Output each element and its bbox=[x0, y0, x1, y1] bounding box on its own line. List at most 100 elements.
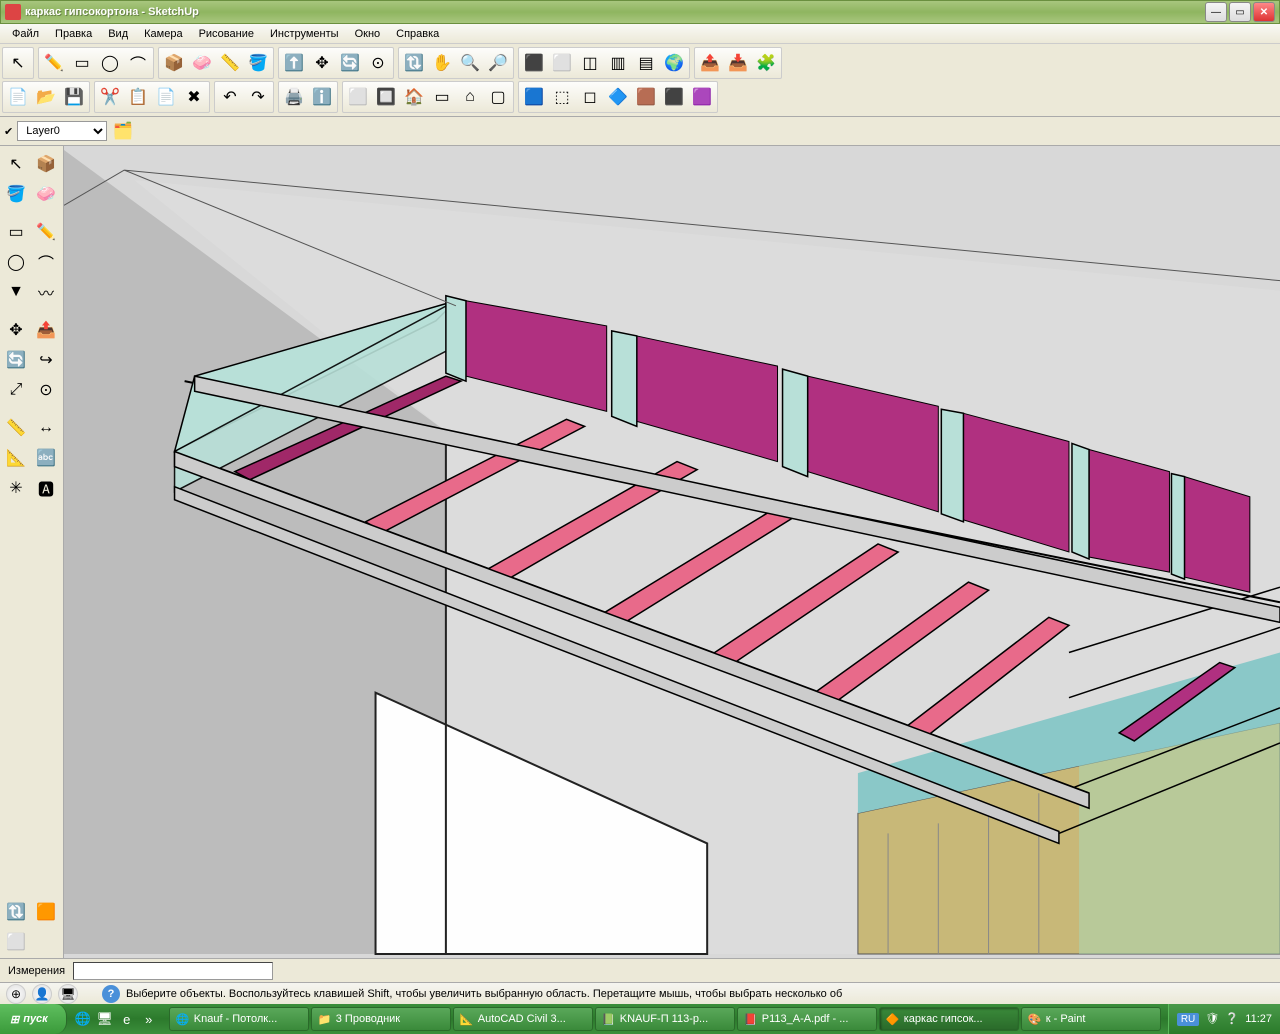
display-toggle-icon[interactable]: 🖥 bbox=[58, 984, 78, 1004]
pan-tool-icon[interactable]: ✋ bbox=[428, 49, 456, 77]
clock[interactable]: 11:27 bbox=[1245, 1013, 1272, 1025]
task-item[interactable]: 🔶каркас гипсок... bbox=[879, 1007, 1019, 1031]
zoom2-icon[interactable]: ⬜ bbox=[2, 928, 30, 956]
polygon-icon[interactable]: ▼ bbox=[2, 278, 30, 306]
offset2-icon[interactable]: ⊙ bbox=[32, 376, 60, 404]
maximize-button[interactable]: ▭ bbox=[1229, 2, 1251, 22]
rectangle-tool-icon[interactable]: ▭ bbox=[68, 49, 96, 77]
menu-help[interactable]: Справка bbox=[388, 26, 447, 42]
rotate-tool-icon[interactable]: 🔄 bbox=[336, 49, 364, 77]
tape-tool-icon[interactable]: 📏 bbox=[216, 49, 244, 77]
ql-chrome-icon[interactable]: 🌐 bbox=[73, 1009, 93, 1029]
task-item[interactable]: 📁3 Проводник bbox=[311, 1007, 451, 1031]
top-view-icon[interactable]: ⬜ bbox=[548, 49, 576, 77]
back-view-icon[interactable]: ▤ bbox=[632, 49, 660, 77]
menu-draw[interactable]: Рисование bbox=[191, 26, 262, 42]
menu-window[interactable]: Окно bbox=[347, 26, 389, 42]
tape2-icon[interactable]: 📏 bbox=[2, 414, 30, 442]
undo-icon[interactable]: ↶ bbox=[216, 83, 244, 111]
info-icon[interactable]: ℹ️ bbox=[308, 83, 336, 111]
line2-icon[interactable]: ✏️ bbox=[32, 218, 60, 246]
earth-icon[interactable]: 🌍 bbox=[660, 49, 688, 77]
style-last-icon[interactable]: 🟪 bbox=[688, 83, 716, 111]
task-item[interactable]: 🎨к - Paint bbox=[1021, 1007, 1161, 1031]
close-button[interactable]: ✕ bbox=[1253, 2, 1275, 22]
orbit-tool-icon[interactable]: 🔃 bbox=[400, 49, 428, 77]
move2-icon[interactable]: ✥ bbox=[2, 316, 30, 344]
layer-select[interactable]: Layer0 bbox=[17, 121, 107, 141]
style2-icon[interactable]: 🔲 bbox=[372, 83, 400, 111]
shaded-icon[interactable]: 🔷 bbox=[604, 83, 632, 111]
pencil-tool-icon[interactable]: ✏️ bbox=[40, 49, 68, 77]
layer-visible-check[interactable]: ✔ bbox=[4, 125, 13, 138]
menu-tools[interactable]: Инструменты bbox=[262, 26, 347, 42]
circle2-icon[interactable]: ◯ bbox=[2, 248, 30, 276]
open-file-icon[interactable]: 📂 bbox=[32, 83, 60, 111]
zoom-extents-icon[interactable]: 🔎 bbox=[484, 49, 512, 77]
task-item[interactable]: 📕P113_A-A.pdf - ... bbox=[737, 1007, 877, 1031]
move-tool-icon[interactable]: ✥ bbox=[308, 49, 336, 77]
style5-icon[interactable]: ⌂ bbox=[456, 83, 484, 111]
style4-icon[interactable]: ▭ bbox=[428, 83, 456, 111]
pushpull2-icon[interactable]: 📤 bbox=[32, 316, 60, 344]
paint-tool-icon[interactable]: 🪣 bbox=[244, 49, 272, 77]
component-tool-icon[interactable]: 📦 bbox=[160, 49, 188, 77]
mono-icon[interactable]: ⬛ bbox=[660, 83, 688, 111]
layer-manager-icon[interactable]: 🗂️ bbox=[111, 119, 135, 143]
help-icon[interactable]: ? bbox=[102, 985, 120, 1003]
text-icon[interactable]: 🔤 bbox=[32, 444, 60, 472]
rotate2-icon[interactable]: 🔄 bbox=[2, 346, 30, 374]
arc-tool-icon[interactable]: ⌒ bbox=[124, 49, 152, 77]
menu-view[interactable]: Вид bbox=[100, 26, 136, 42]
zoom-tool-icon[interactable]: 🔍 bbox=[456, 49, 484, 77]
dimension-icon[interactable]: ↔ bbox=[32, 414, 60, 442]
paint2-icon[interactable]: 🪣 bbox=[2, 180, 30, 208]
task-item[interactable]: 📗KNAUF-П 113-р... bbox=[595, 1007, 735, 1031]
select-icon[interactable]: ↖ bbox=[2, 150, 30, 178]
wireframe-icon[interactable]: ⬚ bbox=[548, 83, 576, 111]
eraser-tool-icon[interactable]: 🧼 bbox=[188, 49, 216, 77]
save-file-icon[interactable]: 💾 bbox=[60, 83, 88, 111]
print-icon[interactable]: 🖨️ bbox=[280, 83, 308, 111]
freehand-icon[interactable]: 〰 bbox=[32, 278, 60, 306]
rect2-icon[interactable]: ▭ bbox=[2, 218, 30, 246]
ql-desktop-icon[interactable]: 🖥 bbox=[95, 1009, 115, 1029]
measurements-input[interactable] bbox=[73, 962, 273, 980]
protractor-icon[interactable]: 📐 bbox=[2, 444, 30, 472]
extension-icon[interactable]: 🧩 bbox=[752, 49, 780, 77]
3d-viewport[interactable] bbox=[64, 146, 1280, 958]
delete-icon[interactable]: ✖ bbox=[180, 83, 208, 111]
offset-tool-icon[interactable]: ⊙ bbox=[364, 49, 392, 77]
xray-icon[interactable]: 🟦 bbox=[520, 83, 548, 111]
ql-ie-icon[interactable]: e bbox=[117, 1009, 137, 1029]
warehouse-icon[interactable]: 📤 bbox=[696, 49, 724, 77]
style6-icon[interactable]: ▢ bbox=[484, 83, 512, 111]
axes-icon[interactable]: ✳ bbox=[2, 474, 30, 502]
right-view-icon[interactable]: ▥ bbox=[604, 49, 632, 77]
minimize-button[interactable]: — bbox=[1205, 2, 1227, 22]
select-tool-icon[interactable]: ↖ bbox=[4, 49, 32, 77]
geo-toggle-icon[interactable]: ⊕ bbox=[6, 984, 26, 1004]
redo-icon[interactable]: ↷ bbox=[244, 83, 272, 111]
cut-icon[interactable]: ✂️ bbox=[96, 83, 124, 111]
component2-icon[interactable]: 📦 bbox=[32, 150, 60, 178]
scale-icon[interactable]: ⤢ bbox=[2, 376, 30, 404]
ql-more-icon[interactable]: » bbox=[139, 1009, 159, 1029]
paste-icon[interactable]: 📄 bbox=[152, 83, 180, 111]
start-button[interactable]: ⊞ пуск bbox=[0, 1004, 67, 1034]
person-toggle-icon[interactable]: 👤 bbox=[32, 984, 52, 1004]
orbit2-icon[interactable]: 🔃 bbox=[2, 898, 30, 926]
style3-icon[interactable]: 🏠 bbox=[400, 83, 428, 111]
3dtext-icon[interactable]: 🅰 bbox=[32, 474, 60, 502]
copy-icon[interactable]: 📋 bbox=[124, 83, 152, 111]
arc2-icon[interactable]: ⌒ bbox=[32, 248, 60, 276]
new-file-icon[interactable]: 📄 bbox=[4, 83, 32, 111]
pushpull-tool-icon[interactable]: ⬆️ bbox=[280, 49, 308, 77]
share-icon[interactable]: 📥 bbox=[724, 49, 752, 77]
menu-file[interactable]: Файл bbox=[4, 26, 47, 42]
eraser2-icon[interactable]: 🧼 bbox=[32, 180, 60, 208]
task-item[interactable]: 📐AutoCAD Civil 3... bbox=[453, 1007, 593, 1031]
front-view-icon[interactable]: ◫ bbox=[576, 49, 604, 77]
iso-view-icon[interactable]: ⬛ bbox=[520, 49, 548, 77]
shaded-tex-icon[interactable]: 🟫 bbox=[632, 83, 660, 111]
